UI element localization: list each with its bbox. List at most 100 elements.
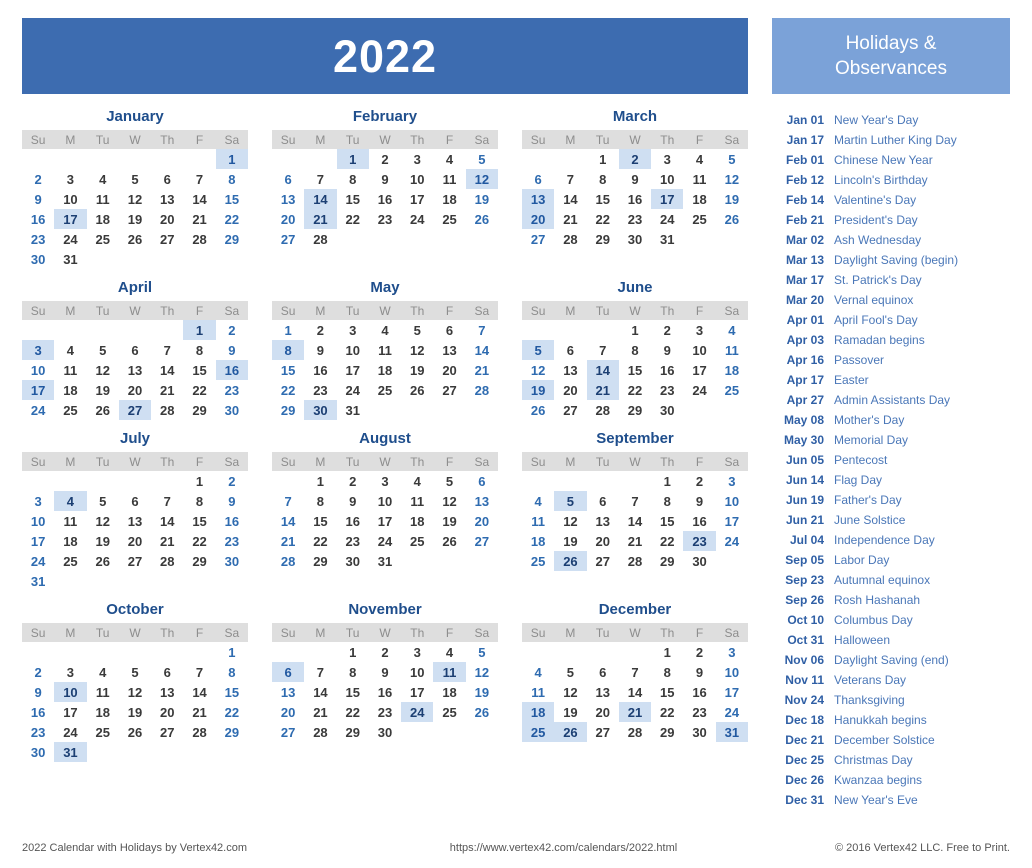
day-cell[interactable]: 30 [216, 400, 248, 420]
day-cell[interactable]: 3 [716, 642, 748, 662]
day-cell[interactable]: 4 [401, 471, 433, 491]
day-cell[interactable]: 19 [554, 531, 586, 551]
day-cell[interactable]: 14 [619, 682, 651, 702]
day-cell[interactable]: 11 [369, 340, 401, 360]
day-cell[interactable]: 16 [22, 702, 54, 722]
day-cell[interactable]: 10 [401, 662, 433, 682]
day-cell[interactable]: 4 [683, 149, 715, 169]
day-cell[interactable]: 15 [651, 682, 683, 702]
day-cell[interactable]: 17 [22, 380, 55, 400]
day-cell[interactable]: 28 [619, 551, 651, 571]
day-cell[interactable]: 3 [22, 340, 55, 360]
day-cell[interactable]: 2 [683, 471, 715, 491]
day-cell[interactable]: 29 [216, 722, 248, 742]
day-cell[interactable]: 6 [119, 340, 151, 360]
day-cell[interactable]: 22 [272, 380, 304, 400]
day-cell[interactable]: 13 [554, 360, 586, 380]
day-cell[interactable]: 25 [433, 209, 465, 229]
day-cell[interactable]: 18 [54, 531, 86, 551]
day-cell[interactable]: 31 [369, 551, 401, 571]
day-cell[interactable]: 13 [466, 491, 498, 511]
day-cell[interactable]: 9 [216, 491, 248, 511]
day-cell[interactable]: 10 [716, 662, 748, 682]
day-cell[interactable]: 29 [304, 551, 336, 571]
day-cell[interactable]: 22 [183, 380, 215, 400]
day-cell[interactable]: 26 [433, 531, 465, 551]
day-cell[interactable]: 19 [466, 189, 498, 209]
day-cell[interactable]: 5 [87, 340, 119, 360]
day-cell[interactable]: 21 [304, 209, 337, 229]
day-cell[interactable]: 19 [119, 209, 151, 229]
day-cell[interactable]: 20 [433, 360, 465, 380]
day-cell[interactable]: 18 [716, 360, 748, 380]
day-cell[interactable]: 4 [522, 491, 554, 511]
day-cell[interactable]: 16 [369, 682, 401, 702]
day-cell[interactable]: 13 [119, 511, 151, 531]
day-cell[interactable]: 2 [369, 642, 401, 662]
day-cell[interactable]: 30 [683, 551, 715, 571]
day-cell[interactable]: 6 [272, 169, 304, 189]
day-cell[interactable]: 1 [651, 471, 683, 491]
day-cell[interactable]: 30 [337, 551, 369, 571]
day-cell[interactable]: 3 [401, 149, 433, 169]
day-cell[interactable]: 29 [619, 400, 651, 420]
day-cell[interactable]: 10 [401, 169, 433, 189]
day-cell[interactable]: 5 [401, 320, 433, 340]
day-cell[interactable]: 15 [337, 682, 369, 702]
day-cell[interactable]: 17 [369, 511, 401, 531]
day-cell[interactable]: 21 [554, 209, 586, 229]
day-cell[interactable]: 29 [183, 400, 215, 420]
day-cell[interactable]: 24 [54, 229, 86, 249]
day-cell[interactable]: 7 [151, 340, 183, 360]
day-cell[interactable]: 27 [151, 229, 183, 249]
day-cell[interactable]: 13 [151, 682, 183, 702]
day-cell[interactable]: 30 [651, 400, 683, 420]
day-cell[interactable]: 8 [619, 340, 651, 360]
day-cell[interactable]: 17 [22, 531, 54, 551]
day-cell[interactable]: 23 [683, 531, 716, 551]
day-cell[interactable]: 12 [465, 169, 498, 189]
day-cell[interactable]: 7 [183, 662, 215, 682]
day-cell[interactable]: 1 [183, 320, 216, 340]
day-cell[interactable]: 19 [433, 511, 465, 531]
day-cell[interactable]: 13 [587, 511, 619, 531]
day-cell[interactable]: 18 [369, 360, 401, 380]
day-cell[interactable]: 11 [54, 511, 86, 531]
day-cell[interactable]: 16 [22, 209, 54, 229]
day-cell[interactable]: 27 [151, 722, 183, 742]
day-cell[interactable]: 9 [216, 340, 248, 360]
day-cell[interactable]: 2 [618, 149, 652, 169]
day-cell[interactable]: 18 [87, 209, 119, 229]
day-cell[interactable]: 1 [216, 642, 248, 662]
day-cell[interactable]: 7 [619, 662, 651, 682]
day-cell[interactable]: 27 [272, 229, 304, 249]
day-cell[interactable]: 25 [683, 209, 715, 229]
day-cell[interactable]: 16 [651, 360, 683, 380]
day-cell[interactable]: 10 [54, 189, 86, 209]
day-cell[interactable]: 23 [22, 229, 54, 249]
day-cell[interactable]: 16 [619, 189, 651, 209]
day-cell[interactable]: 4 [369, 320, 401, 340]
day-cell[interactable]: 3 [369, 471, 401, 491]
day-cell[interactable]: 12 [466, 662, 498, 682]
day-cell[interactable]: 28 [304, 722, 336, 742]
day-cell[interactable]: 5 [466, 642, 498, 662]
day-cell[interactable]: 13 [119, 360, 151, 380]
day-cell[interactable]: 6 [272, 662, 305, 682]
day-cell[interactable]: 7 [554, 169, 586, 189]
day-cell[interactable]: 23 [651, 380, 683, 400]
day-cell[interactable]: 30 [619, 229, 651, 249]
day-cell[interactable]: 21 [151, 531, 183, 551]
day-cell[interactable]: 24 [651, 209, 683, 229]
day-cell[interactable]: 9 [651, 340, 683, 360]
day-cell[interactable]: 13 [272, 682, 304, 702]
day-cell[interactable]: 2 [337, 471, 369, 491]
day-cell[interactable]: 5 [433, 471, 465, 491]
day-cell[interactable]: 6 [466, 471, 498, 491]
day-cell[interactable]: 3 [683, 320, 715, 340]
day-cell[interactable]: 4 [433, 642, 465, 662]
day-cell[interactable]: 7 [151, 491, 183, 511]
day-cell[interactable]: 1 [272, 320, 304, 340]
day-cell[interactable]: 21 [183, 702, 215, 722]
day-cell[interactable]: 14 [586, 360, 619, 380]
